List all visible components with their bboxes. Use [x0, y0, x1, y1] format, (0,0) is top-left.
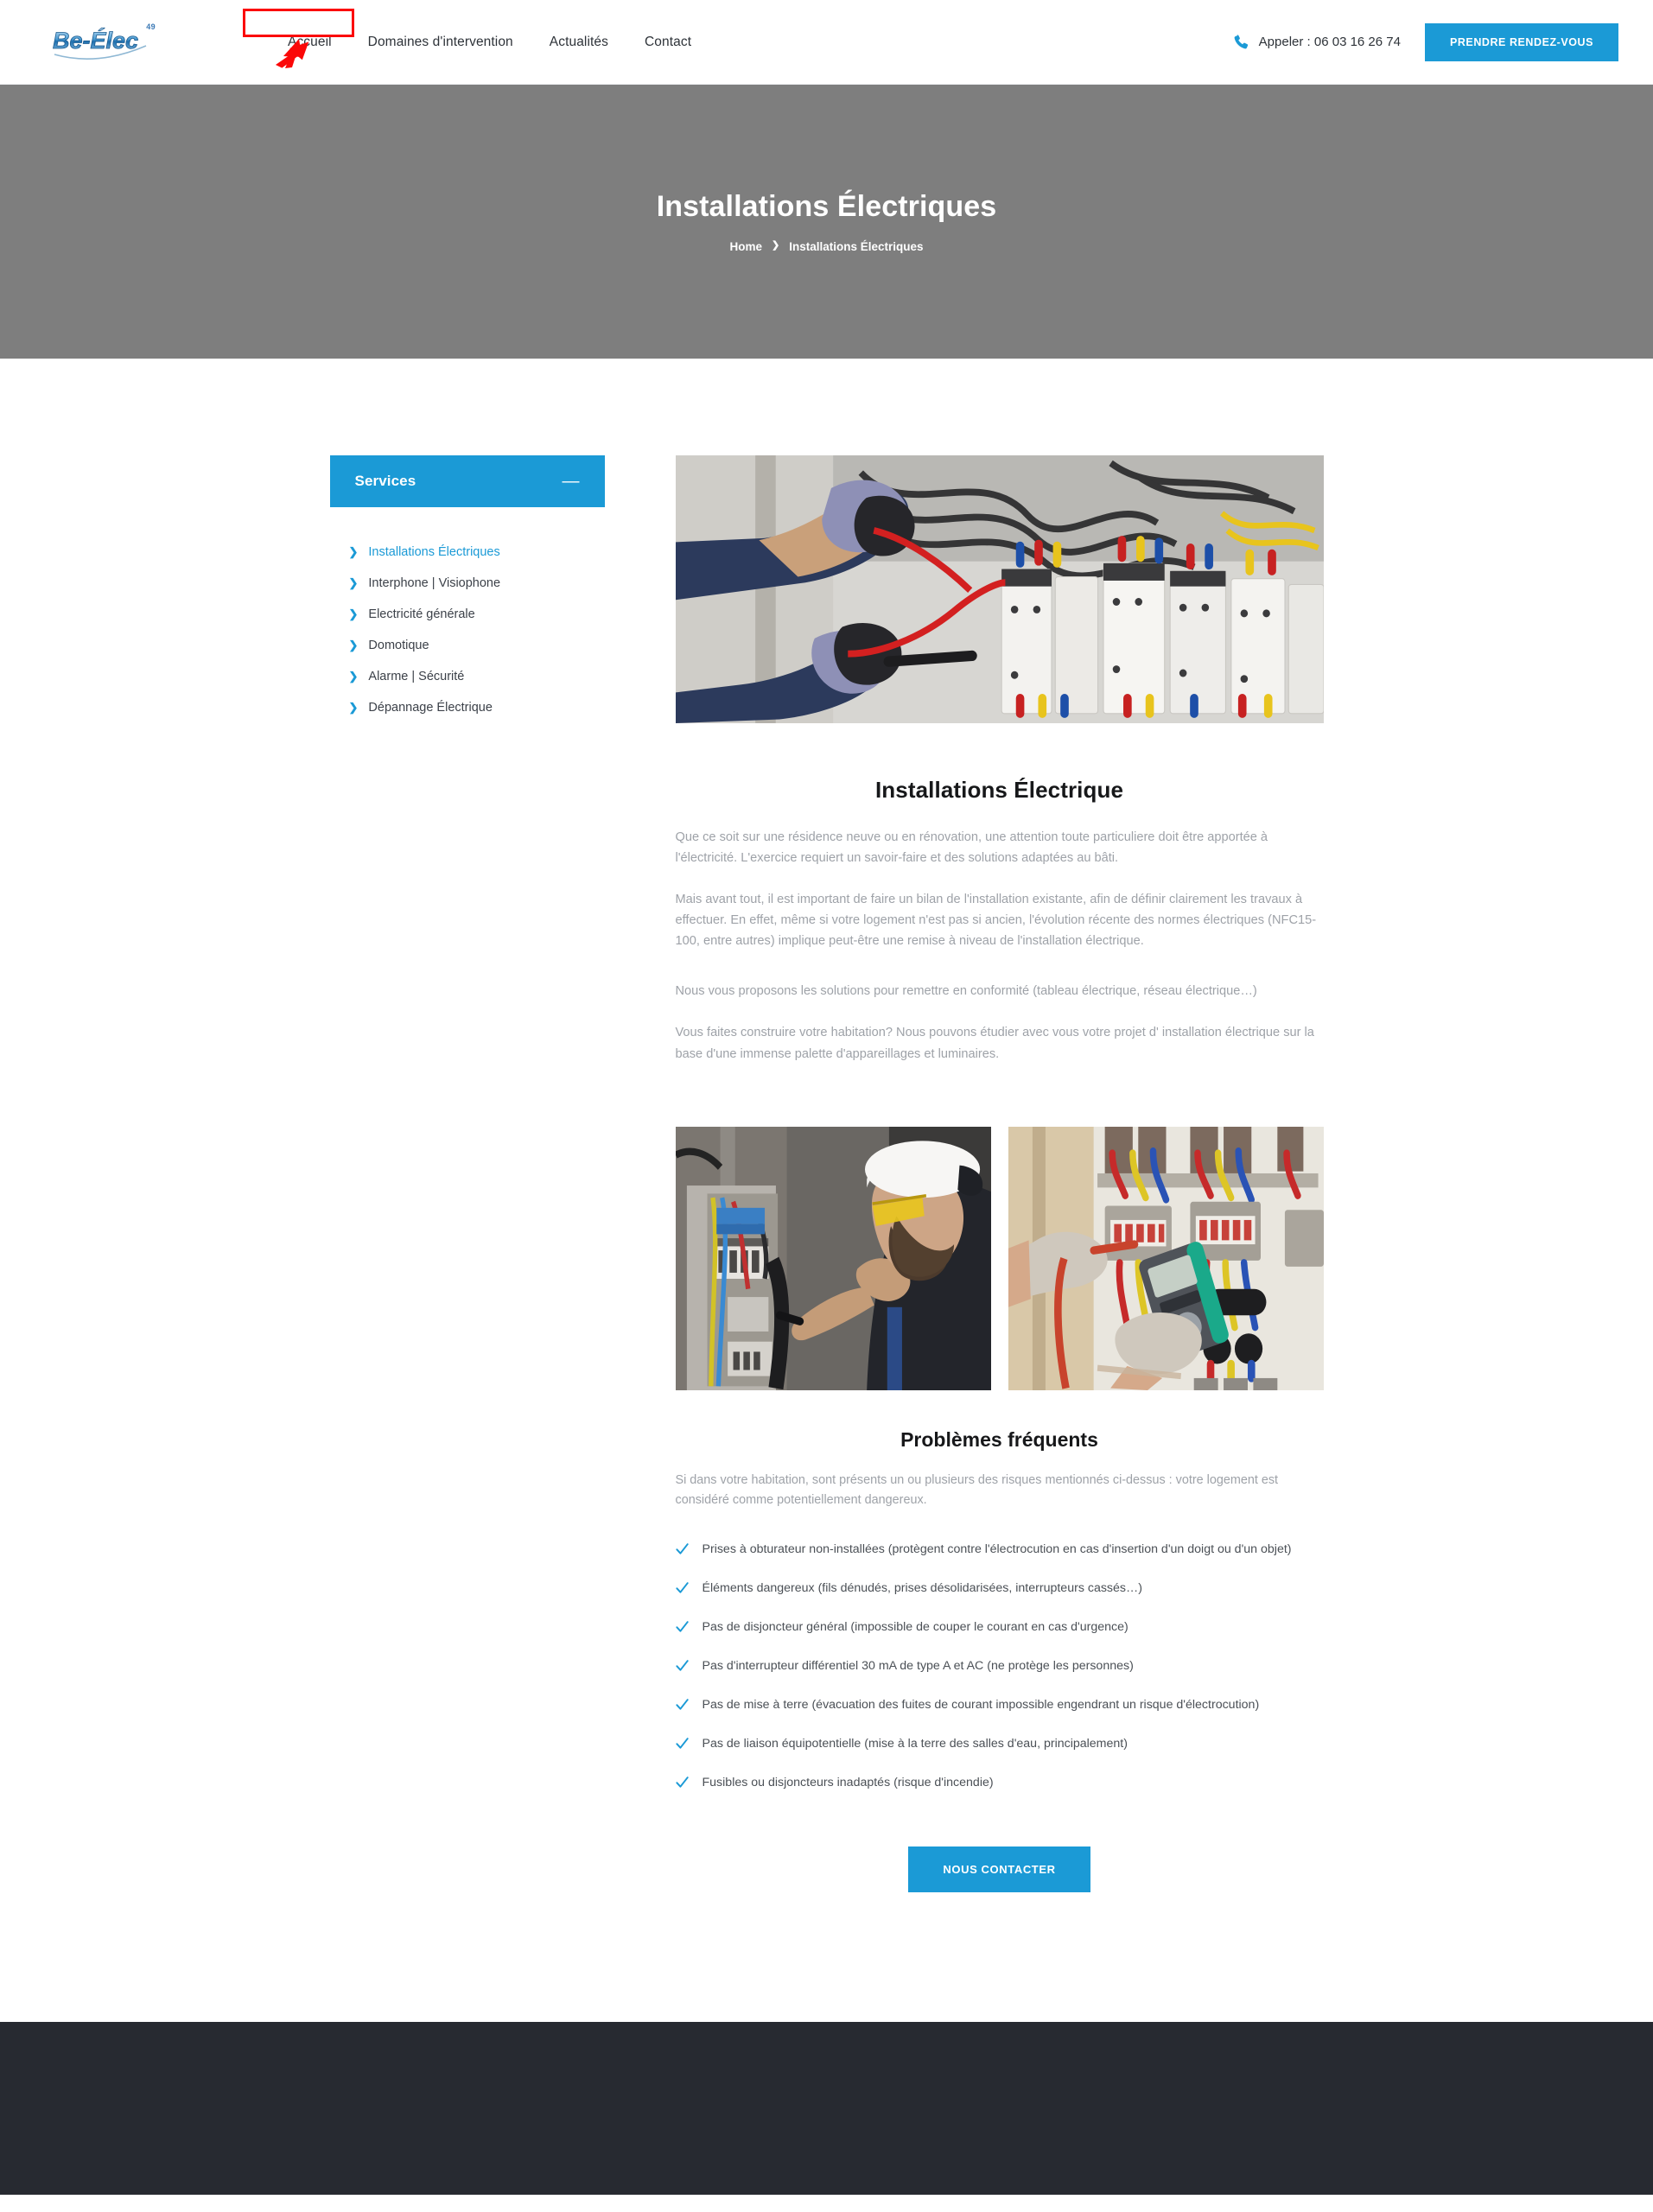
article-paragraph-2: Mais avant tout, il est important de fai…: [675, 893, 1317, 949]
check-icon: [675, 1621, 689, 1632]
chevron-right-icon: ❯: [348, 639, 359, 652]
article-gallery: [675, 1126, 1324, 1390]
list-item: Prises à obturateur non-installées (prot…: [675, 1540, 1324, 1560]
list-item: Pas d'interrupteur différentiel 30 mA de…: [675, 1656, 1324, 1676]
breadcrumb-home[interactable]: Home: [729, 240, 762, 253]
sidebar-item-alarme-securite[interactable]: ❯ Alarme | Sécurité: [349, 663, 605, 694]
list-item-label: Pas d'interrupteur différentiel 30 mA de…: [702, 1659, 1134, 1674]
sidebar-item-electricite-generale[interactable]: ❯ Electricité générale: [349, 601, 605, 632]
header-actions: Appeler : 06 03 16 26 74 PRENDRE RENDEZ-…: [1233, 22, 1618, 61]
list-item: Pas de disjoncteur général (impossible d…: [675, 1618, 1324, 1637]
check-icon: [675, 1543, 689, 1554]
minus-icon[interactable]: —: [563, 473, 580, 490]
problems-list: Prises à obturateur non-installées (prot…: [675, 1540, 1324, 1793]
sidebar-item-label: Electricité générale: [368, 607, 475, 621]
chevron-right-icon: ❯: [772, 240, 780, 251]
services-accordion-header[interactable]: Services —: [329, 455, 605, 507]
sidebar-item-label: Domotique: [368, 639, 429, 652]
sidebar-item-label: Dépannage Électrique: [368, 701, 493, 715]
sidebar-item-depannage-electrique[interactable]: ❯ Dépannage Électrique: [349, 694, 605, 725]
main-navigation: Accueil Domaines d'intervention Actualit…: [270, 27, 709, 58]
phone-icon: [1234, 35, 1248, 49]
site-logo[interactable]: Be-Élec 49: [45, 16, 157, 69]
nav-item-contact[interactable]: Contact: [626, 27, 709, 58]
check-icon: [675, 1582, 689, 1593]
breadcrumb: Home ❯ Installations Électriques: [729, 240, 923, 253]
chevron-right-icon: ❯: [348, 701, 359, 714]
article-title: Installations Électrique: [874, 777, 1124, 803]
content-wrapper: Services — ❯ Installations Électriques ❯…: [329, 455, 1324, 1893]
check-icon: [675, 1738, 689, 1749]
page-root: Be-Élec 49 Accueil Domaines d'interventi…: [0, 0, 1653, 2212]
nav-item-accueil[interactable]: Accueil: [270, 27, 350, 58]
logo-superscript: 49: [146, 22, 156, 31]
problems-title: Problèmes fréquents: [900, 1427, 1098, 1451]
nav-item-actualites[interactable]: Actualités: [531, 27, 626, 58]
phone-text: Appeler : 06 03 16 26 74: [1258, 35, 1401, 49]
gallery-image-electrician-helmet: [675, 1126, 991, 1390]
list-item-label: Pas de liaison équipotentielle (mise à l…: [702, 1737, 1128, 1751]
breadcrumb-current: Installations Électriques: [789, 240, 924, 253]
phone-link[interactable]: Appeler : 06 03 16 26 74: [1233, 34, 1401, 50]
check-icon: [675, 1777, 689, 1788]
sidebar-item-installations-electriques[interactable]: ❯ Installations Électriques: [349, 538, 605, 569]
page-title: Installations Électriques: [656, 190, 997, 223]
list-item: Éléments dangereux (fils dénudés, prises…: [675, 1579, 1324, 1599]
gallery-image-multimeter-test: [1008, 1126, 1324, 1390]
page-hero-banner: Installations Électriques Home ❯ Install…: [0, 85, 1653, 359]
appointment-button[interactable]: PRENDRE RENDEZ-VOUS: [1424, 22, 1618, 61]
sidebar-item-interphone-visiophone[interactable]: ❯ Interphone | Visiophone: [349, 569, 605, 601]
sidebar-item-domotique[interactable]: ❯ Domotique: [349, 632, 605, 663]
article-paragraph-3: Nous vous proposons les solutions pour r…: [675, 984, 1257, 999]
article-paragraph-4: Vous faites construire votre habitation?…: [675, 1026, 1314, 1061]
cta-section: NOUS CONTACTER: [676, 1847, 1324, 1893]
chevron-right-icon: ❯: [348, 607, 359, 620]
services-sidebar: Services — ❯ Installations Électriques ❯…: [329, 455, 605, 725]
list-item-label: Pas de disjoncteur général (impossible d…: [702, 1620, 1128, 1635]
services-title: Services: [354, 473, 416, 489]
list-item-label: Fusibles ou disjoncteurs inadaptés (risq…: [702, 1776, 994, 1790]
problems-intro: Si dans votre habitation, sont présents …: [675, 1472, 1279, 1507]
sidebar-item-label: Interphone | Visiophone: [368, 576, 501, 590]
list-item-label: Prises à obturateur non-installées (prot…: [702, 1542, 1292, 1557]
chevron-right-icon: ❯: [348, 670, 359, 683]
list-item-label: Éléments dangereux (fils dénudés, prises…: [702, 1581, 1142, 1596]
chevron-right-icon: ❯: [348, 576, 359, 589]
chevron-right-icon: ❯: [348, 545, 359, 558]
sidebar-item-label: Alarme | Sécurité: [368, 670, 465, 683]
service-hero-image: [675, 455, 1324, 723]
svg-text:Be-Élec: Be-Élec: [53, 27, 138, 54]
list-item: Pas de mise à terre (évacuation des fuit…: [675, 1695, 1324, 1715]
check-icon: [675, 1699, 689, 1710]
site-footer: [0, 2022, 1653, 2196]
contact-button[interactable]: NOUS CONTACTER: [908, 1847, 1090, 1893]
nav-item-domaines-intervention[interactable]: Domaines d'intervention: [350, 27, 531, 58]
list-item: Pas de liaison équipotentielle (mise à l…: [675, 1734, 1324, 1754]
article-paragraph-1: Que ce soit sur une résidence neuve ou e…: [675, 830, 1268, 866]
service-article: Installations Électrique Que ce soit sur…: [675, 455, 1324, 1893]
list-item-label: Pas de mise à terre (évacuation des fuit…: [702, 1698, 1260, 1713]
services-list: ❯ Installations Électriques ❯ Interphone…: [330, 507, 605, 725]
sidebar-item-label: Installations Électriques: [368, 545, 500, 559]
list-item: Fusibles ou disjoncteurs inadaptés (risq…: [675, 1773, 1324, 1793]
check-icon: [675, 1660, 689, 1671]
page-content: Services — ❯ Installations Électriques ❯…: [0, 359, 1653, 2023]
site-header: Be-Élec 49 Accueil Domaines d'interventi…: [0, 0, 1653, 85]
